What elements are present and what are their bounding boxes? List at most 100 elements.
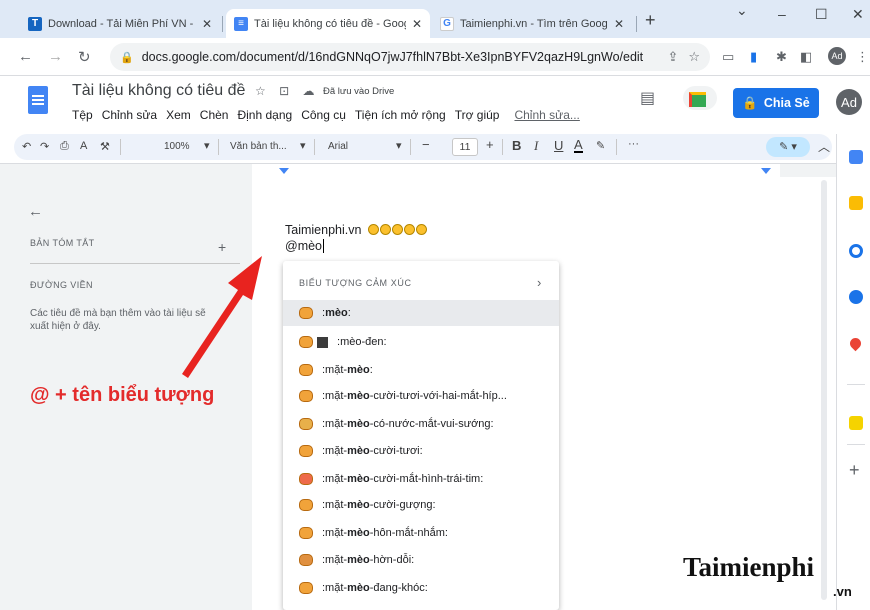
forward-arrow-icon[interactable]: →	[48, 48, 63, 65]
calendar-icon[interactable]	[849, 150, 863, 164]
menu-insert[interactable]: Chèn	[200, 108, 229, 122]
text-cursor	[323, 239, 325, 253]
vertical-scrollbar[interactable]	[821, 180, 827, 600]
star-icon[interactable]: ☆	[255, 84, 266, 98]
share-page-icon[interactable]: ⇪	[667, 49, 678, 65]
toolbar-separator	[616, 139, 617, 155]
emoji-option[interactable]: :mặt-mèo -hôn-mắt-nhắm:	[283, 520, 559, 546]
print-icon[interactable]: ⎙	[60, 140, 69, 153]
emoji-option-match: mèo	[340, 336, 362, 348]
comment-history-icon[interactable]: ▤	[640, 88, 655, 108]
chevron-right-icon[interactable]: ›	[537, 275, 541, 290]
increase-font-size-button[interactable]: +	[486, 137, 494, 152]
reload-icon[interactable]: ↻	[78, 48, 91, 66]
add-summary-plus-icon[interactable]: +	[218, 239, 226, 255]
font-size-input[interactable]: 11	[452, 138, 478, 156]
emoji-option[interactable]: :mặt-mèo:	[283, 357, 559, 383]
google-docs-logo-icon[interactable]	[28, 86, 48, 114]
emoji-option[interactable]: : mèo -đen:	[283, 329, 559, 355]
toolbar-separator	[502, 139, 503, 155]
toolbar-separator	[314, 139, 315, 155]
annotation-text: @ + tên biểu tượng	[30, 384, 215, 406]
menu-help[interactable]: Trợ giúp	[455, 108, 500, 122]
profile-avatar[interactable]: Ad	[828, 47, 846, 65]
get-addons-plus-icon[interactable]: +	[849, 460, 860, 481]
bold-button[interactable]: B	[512, 138, 521, 153]
emoji-option-match: mèo	[347, 473, 370, 485]
paint-format-icon[interactable]: ⚒	[100, 140, 110, 153]
close-tab-icon[interactable]: ✕	[614, 17, 624, 31]
tab-google-search[interactable]: G Taimienphi.vn - Tìm trên Google ✕	[432, 9, 632, 38]
emoji-option[interactable]: :mặt-mèo -cười-gượng:	[283, 492, 559, 518]
minimize-button[interactable]: –	[778, 6, 786, 22]
back-arrow-icon[interactable]: ←	[18, 48, 33, 65]
share-button[interactable]: 🔒 Chia Sẻ	[733, 88, 819, 118]
italic-button[interactable]: I	[534, 138, 538, 154]
maximize-button[interactable]: ☐	[815, 6, 828, 23]
emoji-option[interactable]: :mặt-mèo -cười-tươi:	[283, 438, 559, 464]
emoji-option[interactable]: :mặt-mèo -đang-khóc:	[283, 575, 559, 601]
extension-icon[interactable]: ▮	[750, 49, 757, 65]
redo-icon[interactable]: ↷	[40, 140, 49, 153]
user-avatar[interactable]: Ad	[836, 89, 862, 115]
emoji-option-match: mèo	[347, 445, 370, 457]
highlight-pen-icon[interactable]: ✎	[596, 139, 605, 152]
cat-emoji-icon	[299, 336, 313, 348]
close-tab-icon[interactable]: ✕	[202, 17, 212, 31]
move-folder-icon[interactable]: ⊡	[279, 84, 289, 98]
emoji-option[interactable]: : mèo:	[283, 300, 559, 326]
divider	[847, 384, 865, 385]
tasks-icon[interactable]	[849, 244, 863, 258]
font-select[interactable]: Arial	[328, 141, 348, 152]
document-title[interactable]: Tài liệu không có tiêu đề	[72, 82, 245, 100]
summary-heading: BẢN TÓM TẮT	[30, 238, 95, 248]
style-select[interactable]: Văn bản th...	[230, 141, 287, 152]
saved-status: Đã lưu vào Drive	[323, 86, 395, 97]
extension-icon[interactable]: ▭	[722, 49, 734, 65]
close-tab-icon[interactable]: ✕	[412, 17, 422, 31]
last-edit-link[interactable]: Chỉnh sửa...	[514, 108, 579, 122]
left-indent-marker[interactable]	[279, 168, 289, 174]
url-text: docs.google.com/document/d/16ndGNNqO7jwJ…	[141, 50, 644, 64]
bookmark-star-icon[interactable]: ☆	[688, 49, 700, 65]
underline-button[interactable]: U	[554, 138, 563, 153]
emoji-option[interactable]: :mặt-mèo -hờn-dỗi:	[283, 547, 559, 573]
close-outline-arrow-icon[interactable]: ←	[28, 203, 43, 220]
close-window-button[interactable]: ✕	[852, 6, 864, 23]
browser-tab-bar: T Download - Tải Miễn Phí VN - Ph ✕ ≡ Tà…	[0, 0, 870, 38]
contacts-icon[interactable]	[849, 290, 863, 304]
decrease-font-size-button[interactable]: −	[422, 137, 430, 152]
collapse-menus-chevron-icon[interactable]: ︿	[818, 138, 830, 155]
tab-search-chevron-icon[interactable]: ⌄	[736, 2, 748, 19]
maps-icon[interactable]	[847, 335, 864, 352]
spellcheck-icon[interactable]: A	[80, 140, 87, 152]
chrome-menu-icon[interactable]: ⋮	[856, 49, 869, 65]
chevron-down-icon: ▾	[300, 140, 306, 152]
text-color-button[interactable]: A	[574, 138, 583, 153]
side-panel-apps: +	[836, 134, 870, 610]
address-bar[interactable]: 🔒 docs.google.com/document/d/16ndGNNqO7j…	[110, 43, 710, 71]
download-addon-icon[interactable]	[849, 416, 863, 430]
side-panel-icon[interactable]: ◧	[800, 49, 812, 65]
tab-google-docs[interactable]: ≡ Tài liệu không có tiêu đề - Googl ✕	[226, 9, 430, 38]
menu-extensions[interactable]: Tiện ích mở rộng	[355, 108, 446, 122]
zoom-select[interactable]: 100%	[164, 141, 190, 152]
editing-mode-button[interactable]: ✎ ▾	[766, 137, 810, 157]
menu-view[interactable]: Xem	[166, 108, 191, 122]
emoji-option[interactable]: :mặt-mèo -cười-tươi-với-hai-mắt-híp...	[283, 383, 559, 409]
right-indent-marker[interactable]	[761, 168, 771, 174]
emoji-option[interactable]: :mặt-mèo -có-nước-mắt-vui-sướng:	[283, 411, 559, 437]
menu-edit[interactable]: Chỉnh sửa	[102, 108, 157, 122]
emoji-option[interactable]: :mặt-mèo -cười-mắt-hình-trái-tim:	[283, 466, 559, 492]
menu-file[interactable]: Tệp	[72, 108, 93, 122]
undo-icon[interactable]: ↶	[22, 140, 31, 153]
menu-format[interactable]: Định dạng	[237, 108, 292, 122]
more-options-button[interactable]: ···	[628, 138, 639, 150]
tab-download[interactable]: T Download - Tải Miễn Phí VN - Ph ✕	[20, 9, 220, 38]
keep-icon[interactable]	[849, 196, 863, 210]
extensions-puzzle-icon[interactable]: ✱	[776, 49, 787, 65]
new-tab-button[interactable]: +	[645, 10, 656, 31]
menu-tools[interactable]: Công cụ	[301, 108, 346, 122]
toolbar-separator	[120, 139, 121, 155]
meet-button[interactable]	[683, 86, 717, 110]
